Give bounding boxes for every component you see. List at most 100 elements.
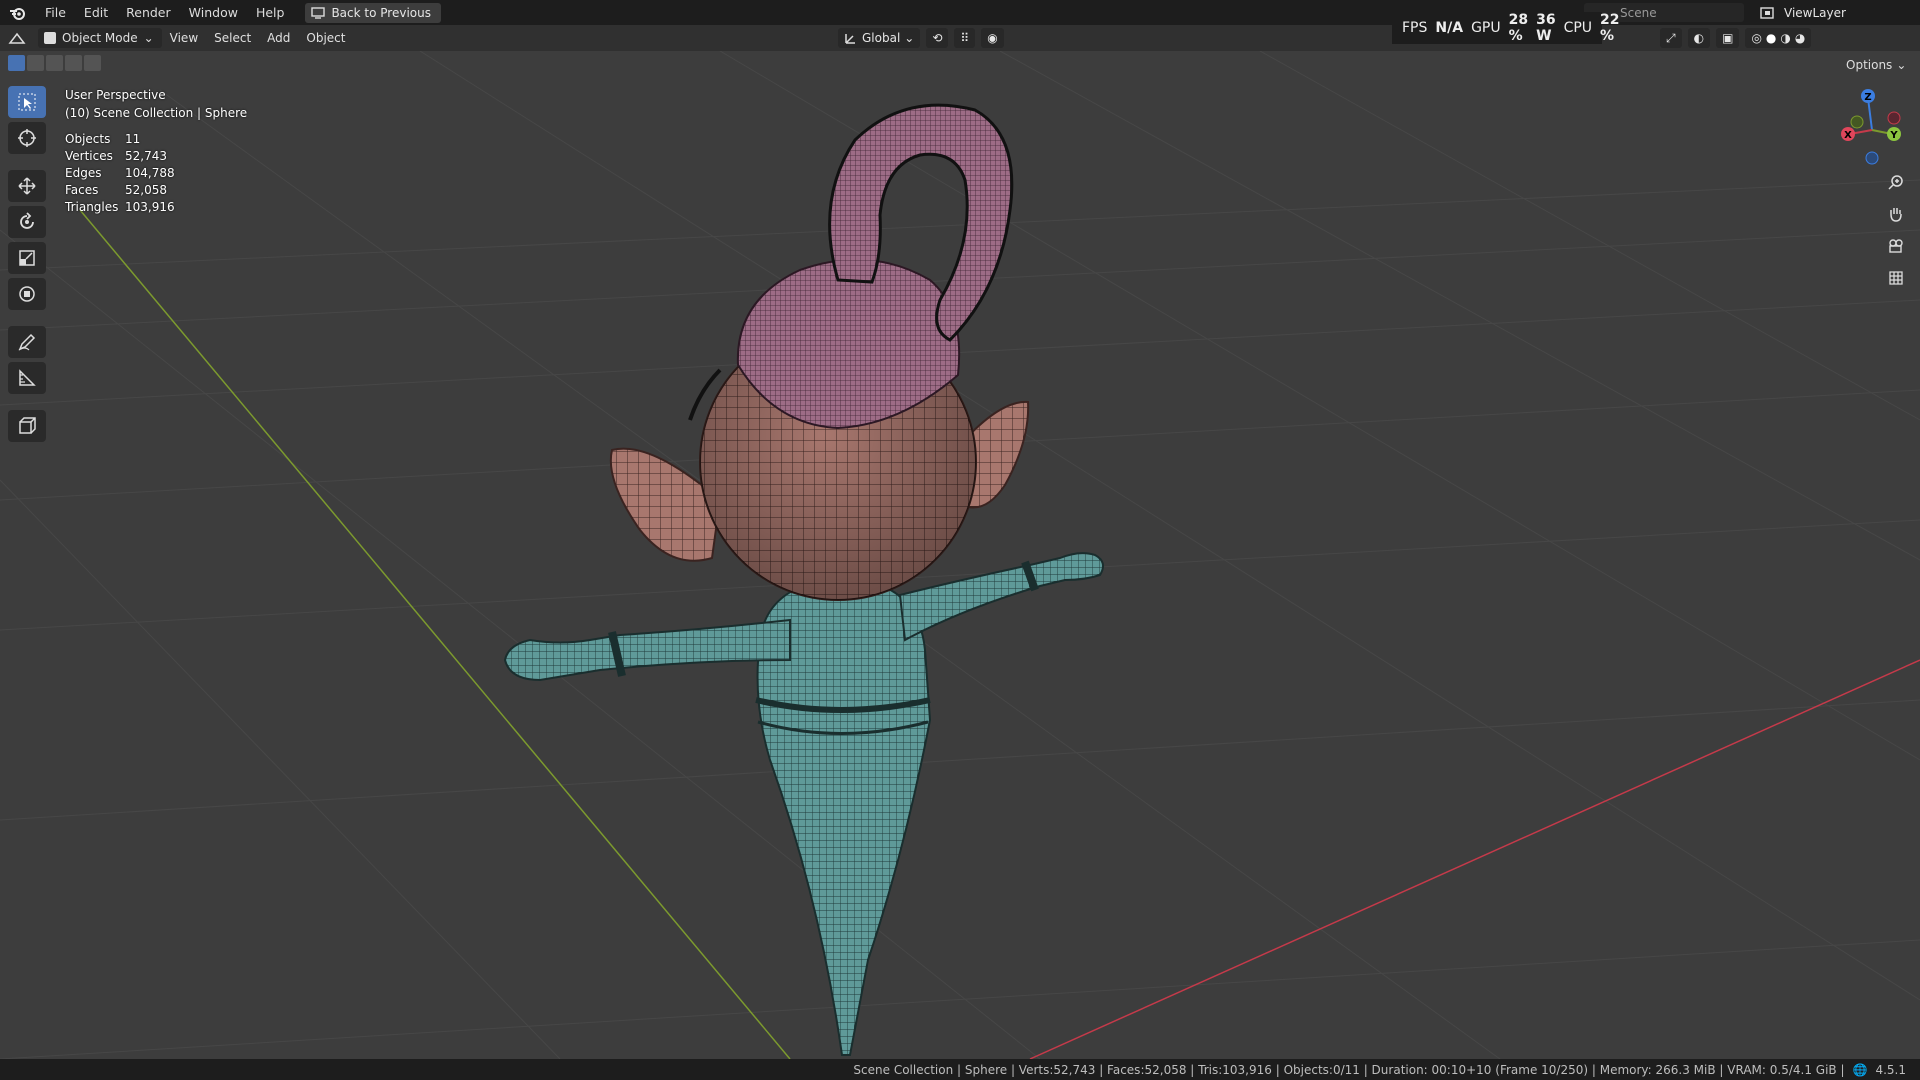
active-collection: (10) Scene Collection | Sphere [65,106,248,120]
menu-file[interactable]: File [36,0,75,25]
header-menu-view[interactable]: View [162,28,206,48]
crosshair-icon [18,129,36,147]
gpu-power: 36 W [1536,12,1556,44]
snap-toggle[interactable]: ⠿ [954,28,976,48]
header-menu-object[interactable]: Object [298,28,353,48]
menu-window[interactable]: Window [180,0,247,25]
header-menu-add[interactable]: Add [259,28,298,48]
pencil-icon [18,333,36,351]
transform-tool[interactable] [8,278,46,310]
scale-tool[interactable] [8,242,46,274]
cube-add-icon [19,417,36,434]
view-layer-icon [1760,6,1774,19]
select-new-button[interactable] [8,55,25,71]
gizmo-z-label: Z [1864,92,1871,103]
menu-render[interactable]: Render [117,0,180,25]
gizmo-y-label: Y [1889,130,1898,141]
shading-mode-selector[interactable]: ◎ ● ◑ ◕ [1745,28,1812,48]
proportional-edit-icon: ◉ [987,31,998,45]
scale-icon [19,250,35,266]
camera-icon [1889,239,1903,253]
fps-value: N/A [1435,20,1464,36]
select-extend-button[interactable] [27,55,44,71]
options-menu[interactable]: Options ⌄ [1846,56,1910,74]
stat-label: Objects [65,132,111,146]
selection-mode-buttons [8,55,101,71]
transform-orientation-selector[interactable]: Global ⌄ [838,28,921,48]
rendered-shading-icon: ◕ [1794,31,1806,45]
stat-value: 104,788 [125,166,175,180]
proportional-edit-toggle[interactable]: ◉ [981,28,1004,48]
blender-logo-icon[interactable] [0,0,36,25]
measure-tool[interactable] [8,362,46,394]
select-box-tool[interactable] [8,86,46,118]
move-tool[interactable] [8,170,46,202]
performance-overlay: FPS N/A GPU 28 % 36 W CPU 22 % [1392,12,1620,44]
grid-icon [1889,271,1903,285]
select-intersect-button[interactable] [84,55,101,71]
stat-label: Faces [65,183,99,197]
stat-value: 52,058 [125,183,167,197]
mode-selector[interactable]: Object Mode ⌄ [38,28,162,48]
chevron-down-icon: ⌄ [143,31,154,45]
editor-type-icon [8,32,26,44]
scene-name: Scene [1620,5,1657,20]
stat-label: Edges [65,166,102,180]
viewport-background [0,51,1920,1059]
globe-icon[interactable]: 🌐 [1853,1063,1868,1077]
gpu-value: 28 % [1508,12,1529,44]
menu-help[interactable]: Help [247,0,294,25]
zoom-icon [1888,175,1903,190]
gizmo-toggle[interactable]: ⤢ [1660,28,1682,48]
overlays-toggle[interactable]: ◐ [1687,28,1711,48]
view-name: User Perspective [65,88,166,102]
gpu-label: GPU [1471,20,1501,36]
cpu-label: CPU [1563,20,1593,36]
cursor-tool[interactable] [8,122,46,154]
transform-tools: Global ⌄ ⟲ ⠿ ◉ [838,28,1004,48]
3d-viewport[interactable] [0,51,1920,1059]
status-bar: Scene Collection | Sphere | Verts:52,743… [0,1059,1920,1080]
camera-view-button[interactable] [1883,234,1909,258]
fps-label: FPS [1402,20,1428,36]
pivot-point-selector[interactable]: ⟲ [926,28,949,48]
xray-icon: ▣ [1722,31,1734,45]
mode-label: Object Mode [62,31,138,45]
annotate-tool[interactable] [8,326,46,358]
orientation-label: Global [862,31,901,45]
options-label: Options [1846,58,1893,72]
header-menu-select[interactable]: Select [206,28,259,48]
navigation-gizmo[interactable]: Z Y X [1832,84,1912,170]
rotate-tool[interactable] [8,206,46,238]
ruler-icon [19,369,36,386]
back-to-previous-button[interactable]: Back to Previous [305,2,441,23]
gizmo-x-label: X [1844,130,1852,141]
tool-shelf [8,86,46,442]
pan-button[interactable] [1883,202,1909,226]
zoom-button[interactable] [1883,170,1909,194]
view-layer-selector[interactable]: ViewLayer [1760,3,1900,22]
stat-label: Vertices [65,149,113,163]
xray-toggle[interactable]: ▣ [1716,28,1740,48]
viewport-display-tools: ⤢ ◐ ▣ ◎ ● ◑ ◕ [1660,28,1812,48]
navigation-buttons [1883,170,1909,290]
ortho-toggle-button[interactable] [1883,266,1909,290]
orientation-icon [845,34,855,44]
cpu-value: 22 % [1600,12,1620,44]
solid-shading-icon: ● [1765,31,1777,45]
material-shading-icon: ◑ [1780,31,1791,45]
stat-value: 52,743 [125,149,167,163]
rotate-icon [20,212,34,229]
menu-edit[interactable]: Edit [75,0,117,25]
screen-icon [311,6,326,19]
hand-icon [1890,208,1902,222]
select-subtract-button[interactable] [46,55,63,71]
editor-type-selector[interactable] [0,28,34,48]
stat-value: 103,916 [125,200,175,214]
back-to-previous-label: Back to Previous [331,5,431,20]
gizmo-icon: ⤢ [1666,30,1676,45]
add-cube-tool[interactable] [8,410,46,442]
status-info: Scene Collection | Sphere | Verts:52,743… [853,1062,1845,1077]
select-invert-button[interactable] [65,55,82,71]
viewport-header: Object Mode ⌄ View Select Add Object Glo… [0,25,1920,51]
